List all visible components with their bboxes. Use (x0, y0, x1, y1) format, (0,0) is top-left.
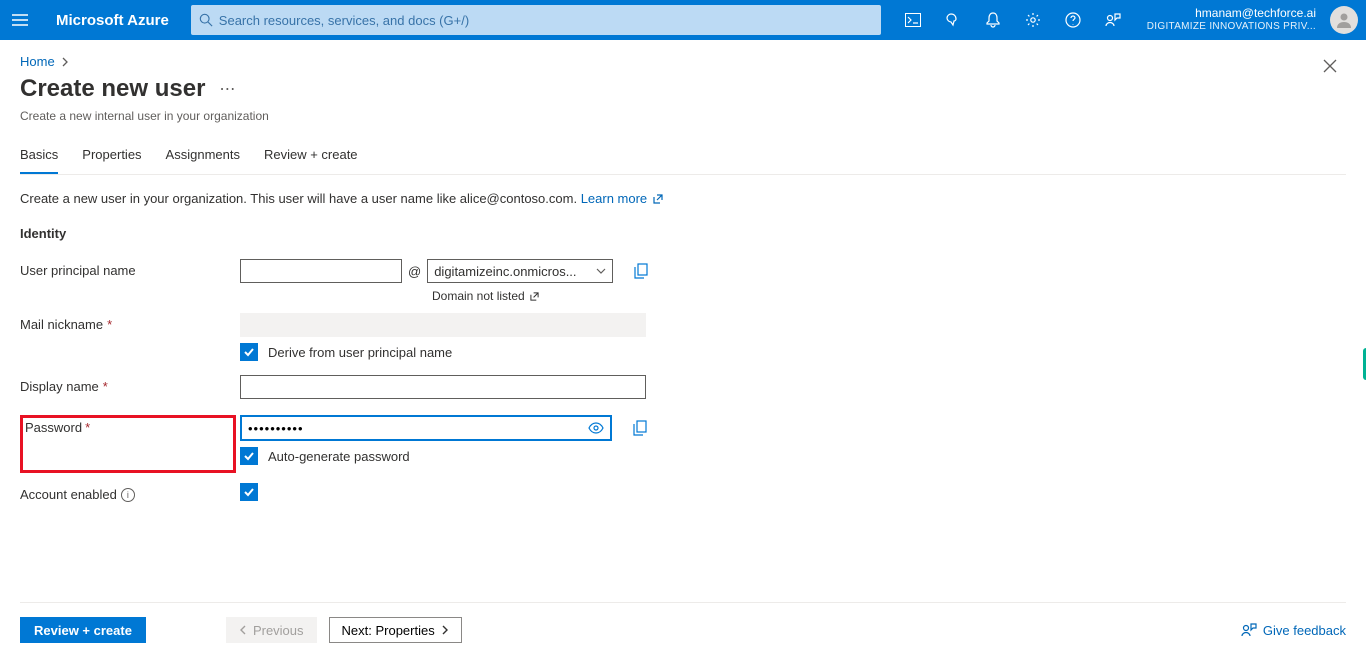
label-display-name: Display name* (20, 375, 240, 394)
chevron-down-icon (596, 268, 606, 274)
bell-icon (986, 12, 1000, 28)
search-container (191, 5, 881, 35)
close-button[interactable] (1316, 52, 1344, 80)
password-input-wrap[interactable] (240, 415, 612, 441)
copilot-button[interactable] (933, 0, 973, 40)
tab-review[interactable]: Review + create (264, 141, 358, 174)
next-button[interactable]: Next: Properties (329, 617, 462, 643)
label-mail-nickname: Mail nickname* (20, 313, 240, 332)
upn-at-sign: @ (408, 264, 421, 279)
intro-text: Create a new user in your organization. … (20, 191, 1346, 206)
mail-nickname-input (240, 313, 646, 337)
breadcrumb-home[interactable]: Home (20, 54, 55, 69)
copy-upn-button[interactable] (631, 261, 651, 281)
avatar-icon (1335, 11, 1353, 29)
copy-icon (634, 263, 648, 279)
chevron-left-icon (239, 625, 247, 635)
page-title: Create new user (20, 75, 205, 103)
avatar[interactable] (1330, 6, 1358, 34)
more-actions-button[interactable]: ⋯ (219, 79, 235, 99)
upn-local-input[interactable] (240, 259, 402, 283)
chevron-right-icon (441, 625, 449, 635)
label-upn: User principal name (20, 259, 240, 278)
brand-label[interactable]: Microsoft Azure (40, 12, 191, 29)
check-icon (243, 486, 255, 498)
help-button[interactable] (1053, 0, 1093, 40)
upn-domain-value: digitamizeinc.onmicros... (434, 264, 576, 279)
intro-main: Create a new user in your organization. … (20, 191, 577, 206)
account-tenant: DIGITAMIZE INNOVATIONS PRIV... (1147, 20, 1316, 33)
reveal-password-button[interactable] (588, 422, 604, 434)
copy-icon (633, 420, 647, 436)
learn-more-link[interactable]: Learn more (581, 191, 663, 206)
label-password-highlighted: Password* (20, 415, 236, 473)
chevron-right-icon (61, 57, 69, 67)
check-icon (243, 450, 255, 462)
account-block[interactable]: hmanam@techforce.ai DIGITAMIZE INNOVATIO… (1133, 7, 1322, 33)
domain-not-listed[interactable]: Domain not listed (432, 289, 651, 303)
search-icon (199, 13, 213, 27)
settings-button[interactable] (1013, 0, 1053, 40)
info-icon[interactable]: i (121, 488, 135, 502)
external-link-icon (653, 194, 663, 204)
person-feedback-icon (1105, 12, 1121, 28)
close-icon (1323, 59, 1337, 73)
feedback-button[interactable] (1093, 0, 1133, 40)
top-header: Microsoft Azure hmanam@techforce.ai DIGI… (0, 0, 1366, 40)
search-box[interactable] (191, 5, 881, 35)
previous-button: Previous (226, 617, 317, 643)
give-feedback-link[interactable]: Give feedback (1241, 622, 1346, 638)
copy-password-button[interactable] (630, 418, 650, 438)
label-account-enabled: Account enabled i (20, 483, 240, 502)
account-enabled-checkbox[interactable] (240, 483, 258, 501)
derive-text: Derive from user principal name (268, 345, 452, 360)
section-identity: Identity (20, 226, 1346, 241)
notifications-button[interactable] (973, 0, 1013, 40)
page-body: Home Create new user ⋯ Create a new inte… (0, 40, 1366, 657)
search-input[interactable] (219, 13, 873, 28)
cloud-shell-icon (905, 13, 921, 27)
upn-domain-dropdown[interactable]: digitamizeinc.onmicros... (427, 259, 613, 283)
hamburger-icon (12, 14, 28, 26)
review-create-button[interactable]: Review + create (20, 617, 146, 643)
cloud-shell-button[interactable] (893, 0, 933, 40)
account-email: hmanam@techforce.ai (1195, 7, 1316, 20)
help-icon (1065, 12, 1081, 28)
footer-bar: Review + create Previous Next: Propertie… (20, 602, 1346, 643)
tabs: Basics Properties Assignments Review + c… (20, 141, 1346, 175)
tab-assignments[interactable]: Assignments (166, 141, 240, 174)
person-feedback-icon (1241, 622, 1257, 638)
autogen-text: Auto-generate password (268, 449, 410, 464)
display-name-input[interactable] (240, 375, 646, 399)
gear-icon (1025, 12, 1041, 28)
copilot-icon (945, 12, 961, 28)
breadcrumb: Home (20, 54, 1346, 69)
password-input[interactable] (248, 421, 588, 436)
autogen-checkbox[interactable] (240, 447, 258, 465)
menu-toggle[interactable] (0, 14, 40, 26)
eye-icon (588, 422, 604, 434)
derive-checkbox[interactable] (240, 343, 258, 361)
page-subtitle: Create a new internal user in your organ… (20, 109, 1346, 123)
tab-basics[interactable]: Basics (20, 141, 58, 174)
external-link-icon (530, 292, 539, 301)
tab-properties[interactable]: Properties (82, 141, 141, 174)
check-icon (243, 346, 255, 358)
